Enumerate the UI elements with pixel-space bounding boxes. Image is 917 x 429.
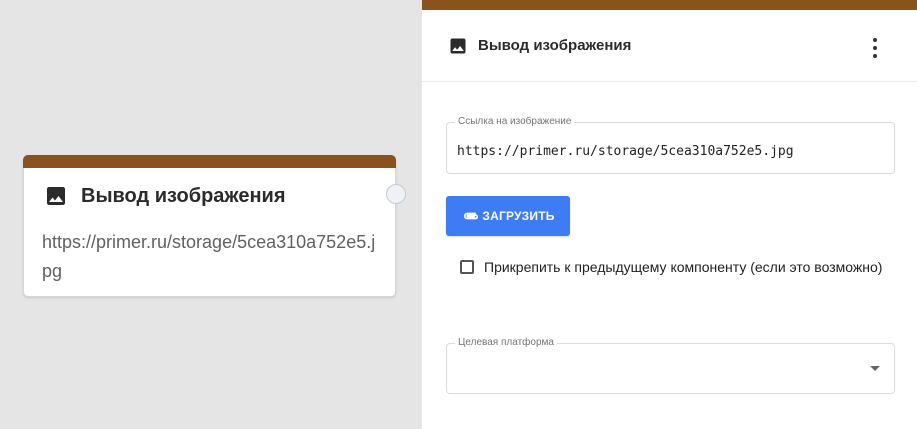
node-url-text: https://primer.ru/storage/5cea310a752e5.… — [42, 232, 376, 281]
node-header-bar — [23, 155, 396, 168]
node-output-port[interactable] — [386, 184, 406, 204]
attach-previous-option[interactable]: Прикрепить к предыдущему компоненту (есл… — [460, 259, 882, 275]
panel-title: Вывод изображения — [478, 37, 632, 54]
node-title: Вывод изображения — [81, 184, 286, 207]
image-url-label: Ссылка на изображение — [455, 116, 575, 128]
paperclip-icon — [464, 212, 479, 220]
target-platform-label: Целевая платформа — [455, 337, 557, 349]
dropdown-arrow-icon[interactable] — [870, 366, 880, 371]
node-header: Вывод изображения — [44, 184, 286, 208]
image-url-field[interactable]: Ссылка на изображение https://primer.ru/… — [446, 116, 895, 174]
attach-previous-label: Прикрепить к предыдущему компоненту (есл… — [484, 259, 883, 275]
panel-header: Вывод изображения — [422, 10, 917, 82]
panel-header-bar — [422, 0, 917, 10]
more-vert-icon[interactable] — [865, 37, 885, 59]
upload-button-label: ЗАГРУЗИТЬ — [482, 209, 555, 223]
image-url-input[interactable]: https://primer.ru/storage/5cea310a752e5.… — [457, 144, 794, 159]
image-output-node[interactable]: Вывод изображения https://primer.ru/stor… — [23, 155, 406, 297]
image-icon — [450, 38, 466, 54]
properties-panel: Вывод изображения Ссылка на изображение … — [422, 0, 917, 429]
upload-button[interactable]: ЗАГРУЗИТЬ — [446, 196, 570, 236]
image-icon — [47, 187, 65, 205]
target-platform-select[interactable]: Целевая платформа — [446, 337, 895, 394]
attach-previous-checkbox[interactable] — [460, 260, 474, 274]
